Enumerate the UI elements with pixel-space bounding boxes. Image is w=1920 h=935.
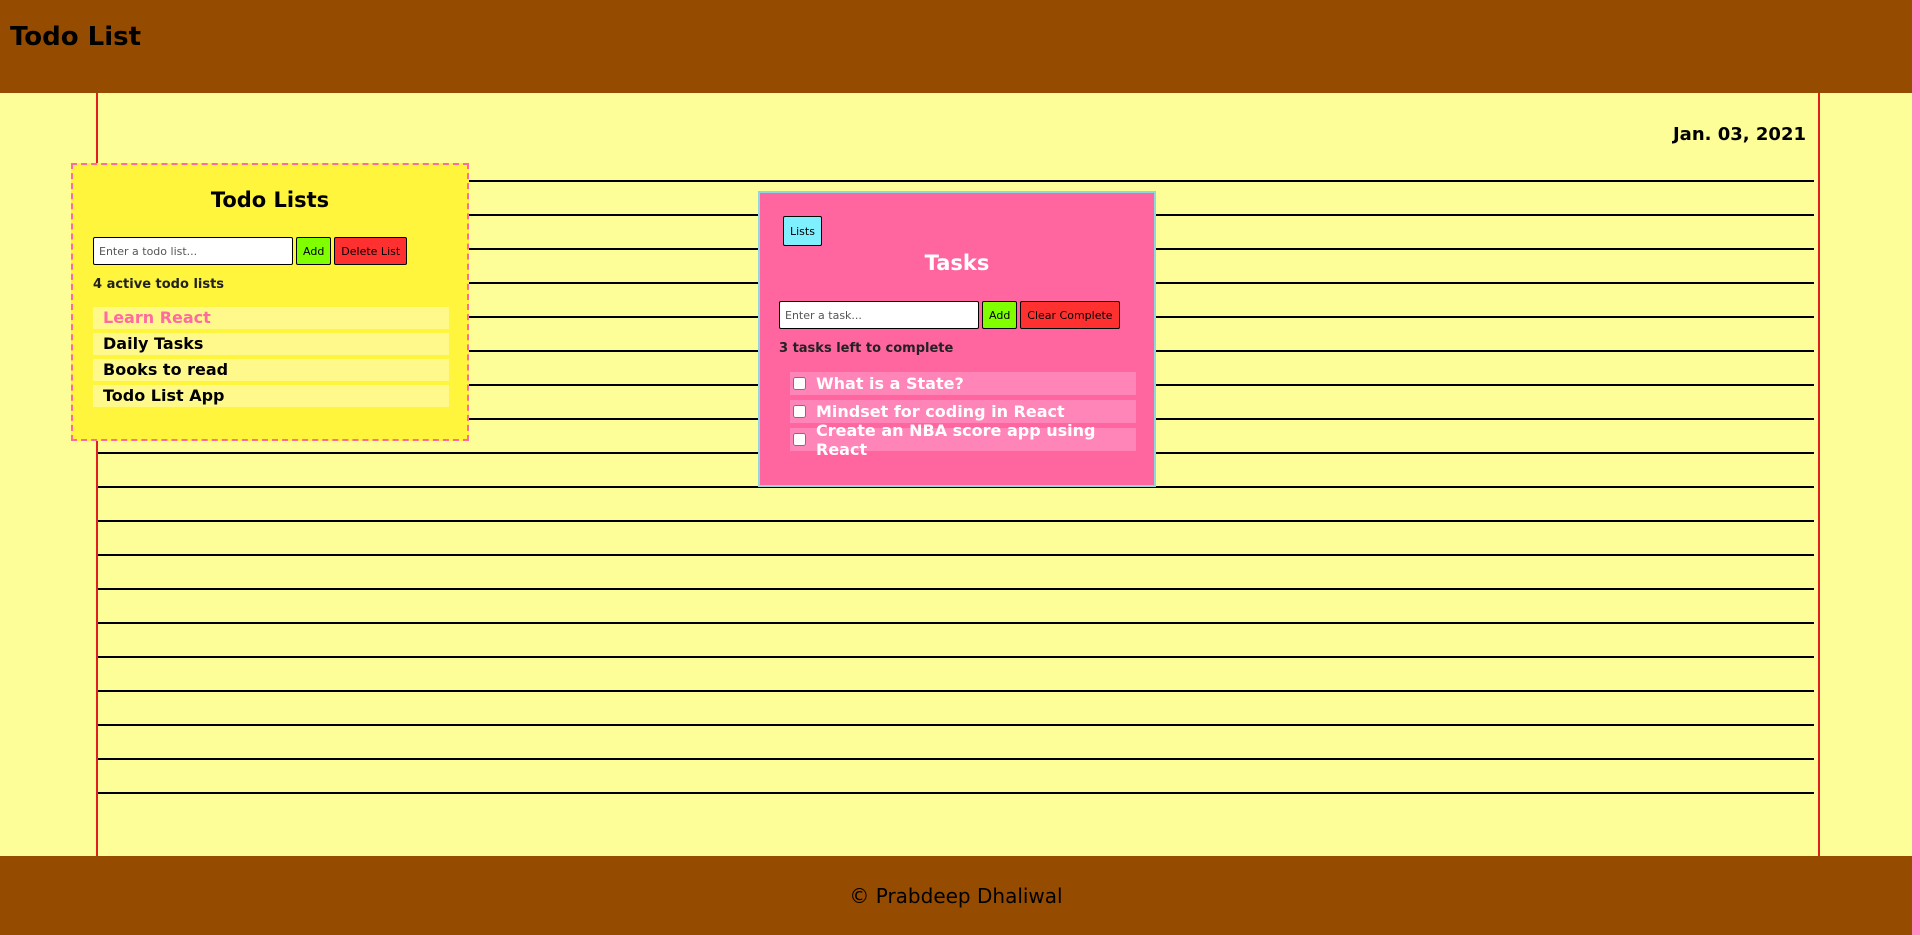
app-footer: © Prabdeep Dhaliwal — [0, 856, 1912, 935]
lists-button[interactable]: Lists — [783, 216, 822, 246]
todo-list-input[interactable] — [93, 237, 293, 265]
task-label: Mindset for coding in React — [816, 402, 1065, 421]
task-label: Create an NBA score app using React — [816, 420, 1096, 459]
list-item-daily-tasks[interactable]: Daily Tasks — [93, 333, 449, 355]
tasks-title: Tasks — [924, 251, 990, 275]
task-list: What is a State? Mindset for coding in R… — [790, 372, 1136, 459]
list-item-todo-list-app[interactable]: Todo List App — [93, 385, 449, 407]
task-checkbox[interactable] — [793, 433, 806, 446]
task-input-row: Add Clear Complete — [779, 301, 1120, 329]
current-date: Jan. 03, 2021 — [1672, 124, 1806, 145]
app-title: Todo List — [10, 22, 142, 52]
tasks-left-count: 3 tasks left to complete — [779, 341, 954, 356]
todo-lists-panel: Todo Lists Add Delete List 4 active todo… — [71, 163, 469, 441]
todo-list-input-row: Add Delete List — [93, 237, 408, 265]
add-task-button[interactable]: Add — [982, 301, 1018, 329]
task-label: What is a State? — [816, 374, 964, 393]
task-checkbox[interactable] — [793, 377, 806, 390]
page-edge-strip — [1912, 0, 1920, 935]
todo-lists-title: Todo Lists — [210, 188, 330, 212]
app-header: Todo List — [0, 0, 1912, 93]
delete-list-button[interactable]: Delete List — [334, 237, 408, 265]
clear-complete-button[interactable]: Clear Complete — [1020, 301, 1120, 329]
task-input[interactable] — [779, 301, 979, 329]
active-lists-count: 4 active todo lists — [93, 277, 225, 292]
list-item-learn-react[interactable]: Learn React — [93, 307, 449, 329]
add-list-button[interactable]: Add — [296, 237, 332, 265]
task-item: Create an NBA score app using React — [790, 421, 1136, 459]
task-checkbox[interactable] — [793, 405, 806, 418]
todo-lists: Learn React Daily Tasks Books to read To… — [93, 307, 449, 411]
task-item: What is a State? — [790, 372, 1136, 395]
list-item-books-to-read[interactable]: Books to read — [93, 359, 449, 381]
copyright-text: © Prabdeep Dhaliwal — [849, 883, 1063, 908]
tasks-panel: Lists Tasks Add Clear Complete 3 tasks l… — [758, 191, 1156, 487]
